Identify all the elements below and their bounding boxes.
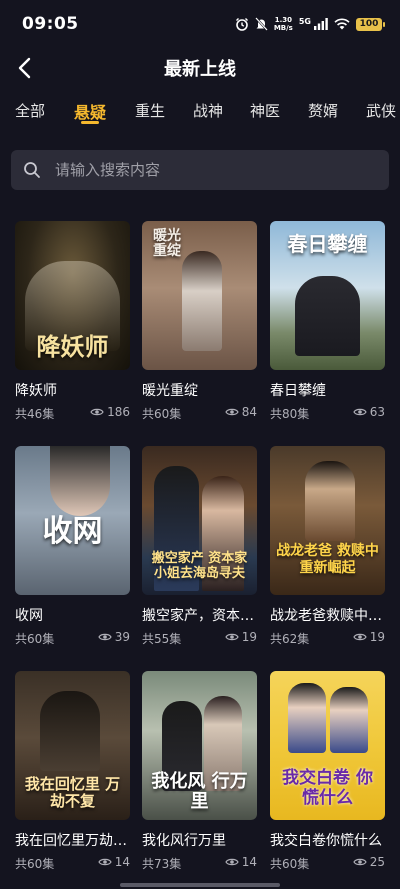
view-count: 186 xyxy=(90,405,130,419)
tab-suspense[interactable]: 悬疑 xyxy=(74,99,106,123)
view-count: 25 xyxy=(353,855,385,869)
episode-count: 共73集 xyxy=(142,857,182,871)
episode-count: 共60集 xyxy=(15,857,55,871)
net-speed-value: 1.30 xyxy=(274,16,292,24)
card-title[interactable]: 收网 xyxy=(15,605,130,625)
drama-card[interactable]: 降妖师 降妖师 共46集 186 xyxy=(15,221,130,426)
card-title[interactable]: 我交白卷你慌什么 xyxy=(270,830,385,850)
view-count: 14 xyxy=(225,855,257,869)
eye-icon xyxy=(353,858,367,866)
view-count-value: 63 xyxy=(369,405,385,419)
view-count: 63 xyxy=(353,405,385,419)
home-indicator[interactable] xyxy=(120,883,280,887)
tab-son-in-law[interactable]: 赘婿 xyxy=(308,100,338,121)
eye-icon xyxy=(225,633,239,641)
drama-card[interactable]: 我交白卷 你慌什么 我交白卷你慌什么 共60集 25 xyxy=(270,671,385,876)
view-count: 39 xyxy=(98,630,130,644)
poster-image[interactable]: 战龙老爸 救赎中重新崛起 xyxy=(270,446,385,595)
poster-title-text: 降妖师 xyxy=(36,332,109,361)
network-type: 5G xyxy=(298,16,311,26)
poster-image[interactable]: 我交白卷 你慌什么 xyxy=(270,671,385,820)
episode-count: 共60集 xyxy=(270,857,310,871)
poster-title-text: 我化风 行万里 xyxy=(151,771,248,812)
card-title[interactable]: 搬空家产，资本家小姐去海岛寻夫 xyxy=(142,605,257,625)
view-count-value: 14 xyxy=(241,855,257,869)
mute-icon xyxy=(254,17,268,31)
card-title[interactable]: 春日攀缠 xyxy=(270,380,385,400)
drama-card[interactable]: 搬空家产 资本家小姐去海岛寻夫 搬空家产，资本家小姐去海岛寻夫 共55集 19 xyxy=(142,446,257,651)
view-count-value: 84 xyxy=(241,405,257,419)
poster-title-text: 我交白卷 你慌什么 xyxy=(282,768,373,808)
search-input[interactable] xyxy=(55,150,375,190)
alarm-icon xyxy=(235,18,248,31)
drama-card[interactable]: 收网 收网 共60集 39 xyxy=(15,446,130,651)
tab-all[interactable]: 全部 xyxy=(15,100,45,121)
card-title[interactable]: 战龙老爸救赎中重新崛起 xyxy=(270,605,385,625)
poster-image[interactable]: 搬空家产 资本家小姐去海岛寻夫 xyxy=(142,446,257,595)
eye-icon xyxy=(353,633,367,641)
poster-title-text: 搬空家产 资本家小姐去海岛寻夫 xyxy=(151,551,248,581)
eye-icon xyxy=(225,408,239,416)
poster-title-text: 战龙老爸 救赎中重新崛起 xyxy=(276,543,379,576)
poster-image[interactable]: 春日攀缠 xyxy=(270,221,385,370)
episode-count: 共60集 xyxy=(142,407,182,421)
view-count-value: 14 xyxy=(114,855,130,869)
poster-image[interactable]: 收网 xyxy=(15,446,130,595)
episode-count: 共62集 xyxy=(270,632,310,646)
view-count-value: 25 xyxy=(369,855,385,869)
category-tabs: 全部 悬疑 重生 战神 神医 赘婿 武侠 xyxy=(0,96,400,132)
episode-count: 共60集 xyxy=(15,632,55,646)
card-title[interactable]: 降妖师 xyxy=(15,380,130,400)
view-count: 19 xyxy=(225,630,257,644)
card-title[interactable]: 我化风行万里 xyxy=(142,830,257,850)
drama-card[interactable]: 战龙老爸 救赎中重新崛起 战龙老爸救赎中重新崛起 共62集 19 xyxy=(270,446,385,651)
view-count-value: 19 xyxy=(241,630,257,644)
status-bar: 09:05 1.30 MB/s 5G 100 xyxy=(0,0,400,48)
view-count: 14 xyxy=(98,855,130,869)
status-time: 09:05 xyxy=(22,14,79,34)
poster-image[interactable]: 我在回忆里 万劫不复 xyxy=(15,671,130,820)
search-bar[interactable] xyxy=(11,150,389,190)
header: 最新上线 xyxy=(0,48,400,88)
search-icon xyxy=(24,162,40,178)
tab-rebirth[interactable]: 重生 xyxy=(135,100,165,121)
episode-count: 共55集 xyxy=(142,632,182,646)
net-speed: 1.30 MB/s xyxy=(274,16,293,32)
eye-icon xyxy=(98,858,112,866)
drama-card[interactable]: 我化风 行万里 我化风行万里 共73集 14 xyxy=(142,671,257,876)
battery-indicator: 100 xyxy=(356,17,385,31)
drama-card[interactable]: 暖光重绽 暖光重绽 共60集 84 xyxy=(142,221,257,426)
wifi-icon xyxy=(334,18,350,30)
eye-icon xyxy=(98,633,112,641)
view-count-value: 39 xyxy=(114,630,130,644)
poster-title-text: 收网 xyxy=(42,514,103,549)
card-title[interactable]: 暖光重绽 xyxy=(142,380,257,400)
drama-card[interactable]: 春日攀缠 春日攀缠 共80集 63 xyxy=(270,221,385,426)
view-count: 19 xyxy=(353,630,385,644)
poster-title-text: 暖光重绽 xyxy=(153,228,181,259)
poster-title-text: 我在回忆里 万劫不复 xyxy=(24,775,121,810)
view-count: 84 xyxy=(225,405,257,419)
eye-icon xyxy=(353,408,367,416)
view-count-value: 186 xyxy=(107,405,130,419)
episode-count: 共46集 xyxy=(15,407,55,421)
drama-card[interactable]: 我在回忆里 万劫不复 我在回忆里万劫不复 共60集 14 xyxy=(15,671,130,876)
status-icons: 1.30 MB/s 5G 100 xyxy=(235,15,385,33)
page-title: 最新上线 xyxy=(164,59,236,80)
net-speed-unit: MB/s xyxy=(273,24,293,32)
poster-title-text: 春日攀缠 xyxy=(287,232,368,256)
tab-doctor[interactable]: 神医 xyxy=(250,100,280,121)
eye-icon xyxy=(90,408,104,416)
poster-image[interactable]: 我化风 行万里 xyxy=(142,671,257,820)
card-title[interactable]: 我在回忆里万劫不复 xyxy=(15,830,130,850)
signal-icon xyxy=(314,18,328,30)
view-count-value: 19 xyxy=(369,630,385,644)
tab-wuxia[interactable]: 武侠 xyxy=(366,100,396,121)
episode-count: 共80集 xyxy=(270,407,310,421)
tab-war-god[interactable]: 战神 xyxy=(193,100,223,121)
poster-image[interactable]: 暖光重绽 xyxy=(142,221,257,370)
active-tab-indicator xyxy=(81,121,99,124)
poster-image[interactable]: 降妖师 xyxy=(15,221,130,370)
eye-icon xyxy=(225,858,239,866)
